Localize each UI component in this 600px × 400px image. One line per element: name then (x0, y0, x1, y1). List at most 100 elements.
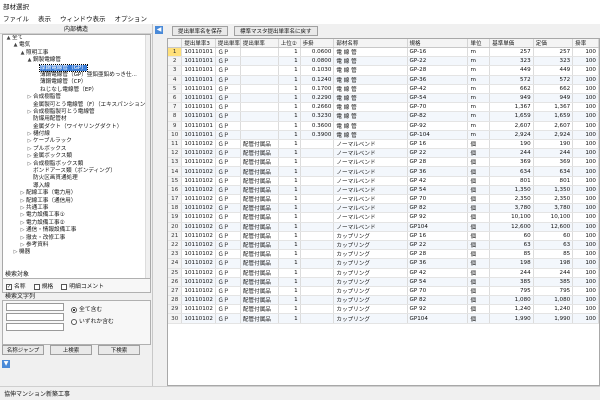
tree-node[interactable]: ▷ 合成樹脂ボックス類 (3, 161, 150, 168)
menu-item-2[interactable]: ウィンドウ表示 (60, 13, 106, 23)
table-row[interactable]: 18 10110102 ＧＰ 配管付属品 1 ノーマルベンド GP 82 個 3,780 3,78… (168, 203, 599, 214)
column-header[interactable]: 規格 (407, 39, 469, 48)
table-row[interactable]: 16 10110102 ＧＰ 配管付属品 1 ノーマルベンド GP 54 個 1,350 1,35… (168, 185, 599, 196)
category-tree[interactable]: ▲ 全て ▲ 電気 ▲ 照明工事 ▲ 鋼製電線管 厚鋼電線管（GP） 薄鋼電線管（GP）亜鉛亜鉛め… (2, 34, 151, 289)
table-row[interactable]: 17 10110102 ＧＰ 配管付属品 1 ノーマルベンド GP 70 個 2,350 2,35… (168, 194, 599, 205)
tree-node[interactable]: 防火区画貫通処理 (3, 175, 150, 182)
collapse-left-icon[interactable]: ◀ (155, 26, 163, 34)
table-row[interactable]: 24 10110102 ＧＰ 配管付属品 1 カップリング GP 36 個 198 198 100 (168, 258, 599, 269)
table-row[interactable]: 14 10110102 ＧＰ 配管付属品 1 ノーマルベンド GP 36 個 634 634 100 (168, 166, 599, 177)
save-name-button[interactable]: 提出単率名を保存 (172, 26, 229, 36)
table-row[interactable]: 6 10110101 ＧＰ 1 0.2290 電 線 管 GP-54 m 949 949 100 (168, 93, 599, 104)
expand-toggle-icon[interactable]: ▲ (19, 50, 26, 57)
expand-toggle-icon[interactable]: ▷ (26, 131, 33, 138)
tree-node[interactable]: ▲ 電気 (3, 42, 150, 49)
tree-node[interactable]: ▷ 機器 (3, 249, 150, 256)
expand-toggle-icon[interactable]: ▷ (19, 190, 26, 197)
column-header[interactable]: 単位 (467, 39, 491, 48)
tree-node[interactable]: ねじなし電線管（EP） (3, 87, 150, 94)
expand-toggle-icon[interactable]: ▷ (12, 249, 19, 256)
table-row[interactable]: 21 10110102 ＧＰ 配管付属品 1 カップリング GP 16 個 60 60 100 (168, 231, 599, 241)
material-grid[interactable]: 提出単率3 提出単率 提出単率 上位② 歩掛 部材名称 規格 単位 基準単価 定価 掛率 1 1011… (167, 38, 600, 386)
tree-node[interactable]: ▷ 金属ボックス類 (3, 153, 150, 160)
table-row[interactable]: 19 10110102 ＧＰ 配管付属品 1 ノーマルベンド GP 92 個 10,100 10,… (168, 212, 599, 223)
table-row[interactable]: 12 10110102 ＧＰ 配管付属品 1 ノーマルベンド GP 22 個 244 244 100 (168, 148, 599, 159)
tree-node[interactable]: ▷ 合成樹脂製可とう電線管 (3, 109, 150, 116)
table-row[interactable]: 1 10110101 ＧＰ 1 0.0600 電 線 管 GP-16 m 257 257 100 (168, 47, 599, 58)
table-row[interactable]: 3 10110101 ＧＰ 1 0.1030 電 線 管 GP-28 m 449 449 100 (168, 65, 599, 76)
table-row[interactable]: 30 10110102 ＧＰ 配管付属品 1 カップリング GP104 個 1,990 1,990… (168, 313, 599, 324)
radio-any[interactable]: いずれか含む (71, 316, 114, 325)
column-header[interactable]: 提出単率 (215, 39, 241, 48)
expand-toggle-icon[interactable]: ▷ (19, 220, 26, 227)
table-row[interactable]: 29 10110102 ＧＰ 配管付属品 1 カップリング GP 92 個 1,240 1,240… (168, 304, 599, 315)
table-row[interactable]: 10 10110101 ＧＰ 1 0.3900 電 線 管 GP-104 m 2,924 2,92… (168, 130, 599, 140)
name-jump-button[interactable]: 名称ジャンプ (2, 345, 44, 355)
tree-node[interactable]: ▷ 配線工事（電力用） (3, 190, 150, 197)
table-row[interactable]: 15 10110102 ＧＰ 配管付属品 1 ノーマルベンド GP 42 個 801 801 100 (168, 176, 599, 186)
column-header[interactable]: 掛率 (572, 39, 599, 48)
search-target-checkbox[interactable]: 明細コメント (61, 281, 104, 290)
tree-node[interactable]: 厚鋼電線管（GP） (3, 63, 150, 72)
column-header[interactable]: 歩掛 (300, 39, 335, 48)
tree-node[interactable]: ▷ 電力設備工事① (3, 212, 150, 219)
search-input-3[interactable] (6, 323, 64, 331)
tree-node[interactable]: 薄鋼電線管（CP） (3, 79, 150, 86)
expand-toggle-icon[interactable]: ▷ (19, 205, 26, 212)
table-row[interactable]: 13 10110102 ＧＰ 配管付属品 1 ノーマルベンド GP 28 個 369 369 100 (168, 157, 599, 168)
search-target-checkbox[interactable]: ✓ 名称 (6, 281, 26, 290)
tree-node[interactable]: ▷ 樋付線 (3, 131, 150, 138)
expand-toggle-icon[interactable]: ▷ (19, 198, 26, 205)
column-header[interactable]: 部材名称 (333, 39, 408, 48)
table-row[interactable]: 5 10110101 ＧＰ 1 0.1700 電 線 管 GP-42 m 662 662 100 (168, 84, 599, 94)
expand-toggle-icon[interactable]: ▲ (5, 35, 12, 42)
search-input-2[interactable] (6, 313, 64, 321)
table-row[interactable]: 2 10110101 ＧＰ 1 0.0800 電 線 管 GP-22 m 323 323 100 (168, 56, 599, 67)
table-row[interactable]: 25 10110102 ＧＰ 配管付属品 1 カップリング GP 42 個 244 244 100 (168, 268, 599, 278)
expand-toggle-icon[interactable]: ▲ (12, 42, 19, 49)
table-row[interactable]: 23 10110102 ＧＰ 配管付属品 1 カップリング GP 28 個 85 85 100 (168, 249, 599, 260)
table-row[interactable]: 7 10110101 ＧＰ 1 0.2660 電 線 管 GP-70 m 1,367 1,367 1… (168, 102, 599, 113)
menu-item-0[interactable]: ファイル (3, 13, 29, 23)
expand-toggle-icon[interactable]: ▷ (19, 227, 26, 234)
table-row[interactable]: 27 10110102 ＧＰ 配管付属品 1 カップリング GP 70 個 795 795 100 (168, 286, 599, 297)
search-input-1[interactable] (6, 303, 64, 311)
table-row[interactable]: 4 10110101 ＧＰ 1 0.1240 電 線 管 GP-36 m 572 572 100 (168, 75, 599, 85)
column-header[interactable]: 提出単率3 (181, 39, 216, 48)
tree-node[interactable]: ▷ 通信・情報設備工事 (3, 227, 150, 234)
table-row[interactable]: 22 10110102 ＧＰ 配管付属品 1 カップリング GP 22 個 63 63 100 (168, 240, 599, 251)
expand-toggle-icon[interactable]: ▷ (26, 109, 33, 116)
tree-node[interactable]: ▲ 鋼製電線管 (3, 57, 150, 64)
tree-node[interactable]: ▷ 配線工事（通信用） (3, 198, 150, 205)
column-header[interactable]: 上位② (278, 39, 301, 48)
splitter[interactable]: ◀ (155, 24, 165, 386)
expand-toggle-icon[interactable]: ▷ (26, 94, 33, 101)
column-header[interactable]: 提出単率 (240, 39, 279, 48)
search-up-button[interactable]: 上検索 (50, 345, 92, 355)
expand-toggle-icon[interactable]: ▷ (19, 212, 26, 219)
search-target-checkbox[interactable]: 規格 (33, 281, 53, 290)
tree-node[interactable]: 金属製可とう電線管（F）（エキスパンション (3, 102, 150, 109)
table-row[interactable]: 8 10110101 ＧＰ 1 0.3230 電 線 管 GP-82 m 1,659 1,659 1… (168, 111, 599, 122)
table-row[interactable]: 9 10110101 ＧＰ 1 0.3600 電 線 管 GP-92 m 2,607 2,607 1… (168, 121, 599, 131)
column-header[interactable]: 基準単価 (489, 39, 534, 48)
search-down-button[interactable]: 下検索 (98, 345, 140, 355)
menu-item-3[interactable]: オプション (115, 13, 148, 23)
table-row[interactable]: 20 10110102 ＧＰ 配管付属品 1 ノーマルベンド GP104 個 12,600 12,… (168, 222, 599, 232)
expand-toggle-icon[interactable]: ▷ (26, 146, 33, 153)
column-header[interactable] (168, 39, 183, 48)
expand-toggle-icon[interactable]: ▷ (26, 153, 33, 160)
radio-all[interactable]: 全て含む (71, 304, 102, 313)
tree-node[interactable]: ▷ 撤去・改修工事 (3, 235, 150, 242)
tree-node[interactable]: 防爆用配管材 (3, 116, 150, 123)
menu-item-1[interactable]: 表示 (38, 13, 51, 23)
expand-toggle-icon[interactable]: ▷ (26, 161, 33, 168)
tree-node[interactable]: ▷ 合成樹脂管 (3, 94, 150, 101)
tree-node[interactable]: ▲ 照明工事 (3, 50, 150, 57)
restore-name-button[interactable]: 標準マスタ提出単率名に戻す (234, 26, 318, 36)
column-header[interactable]: 定価 (533, 39, 574, 48)
collapse-down-icon[interactable]: ▼ (2, 360, 10, 368)
tree-node[interactable]: ▷ プルボックス (3, 146, 150, 153)
table-row[interactable]: 11 10110102 ＧＰ 配管付属品 1 ノーマルベンド GP 16 個 190 190 100 (168, 139, 599, 150)
table-row[interactable]: 28 10110102 ＧＰ 配管付属品 1 カップリング GP 82 個 1,080 1,080… (168, 295, 599, 306)
